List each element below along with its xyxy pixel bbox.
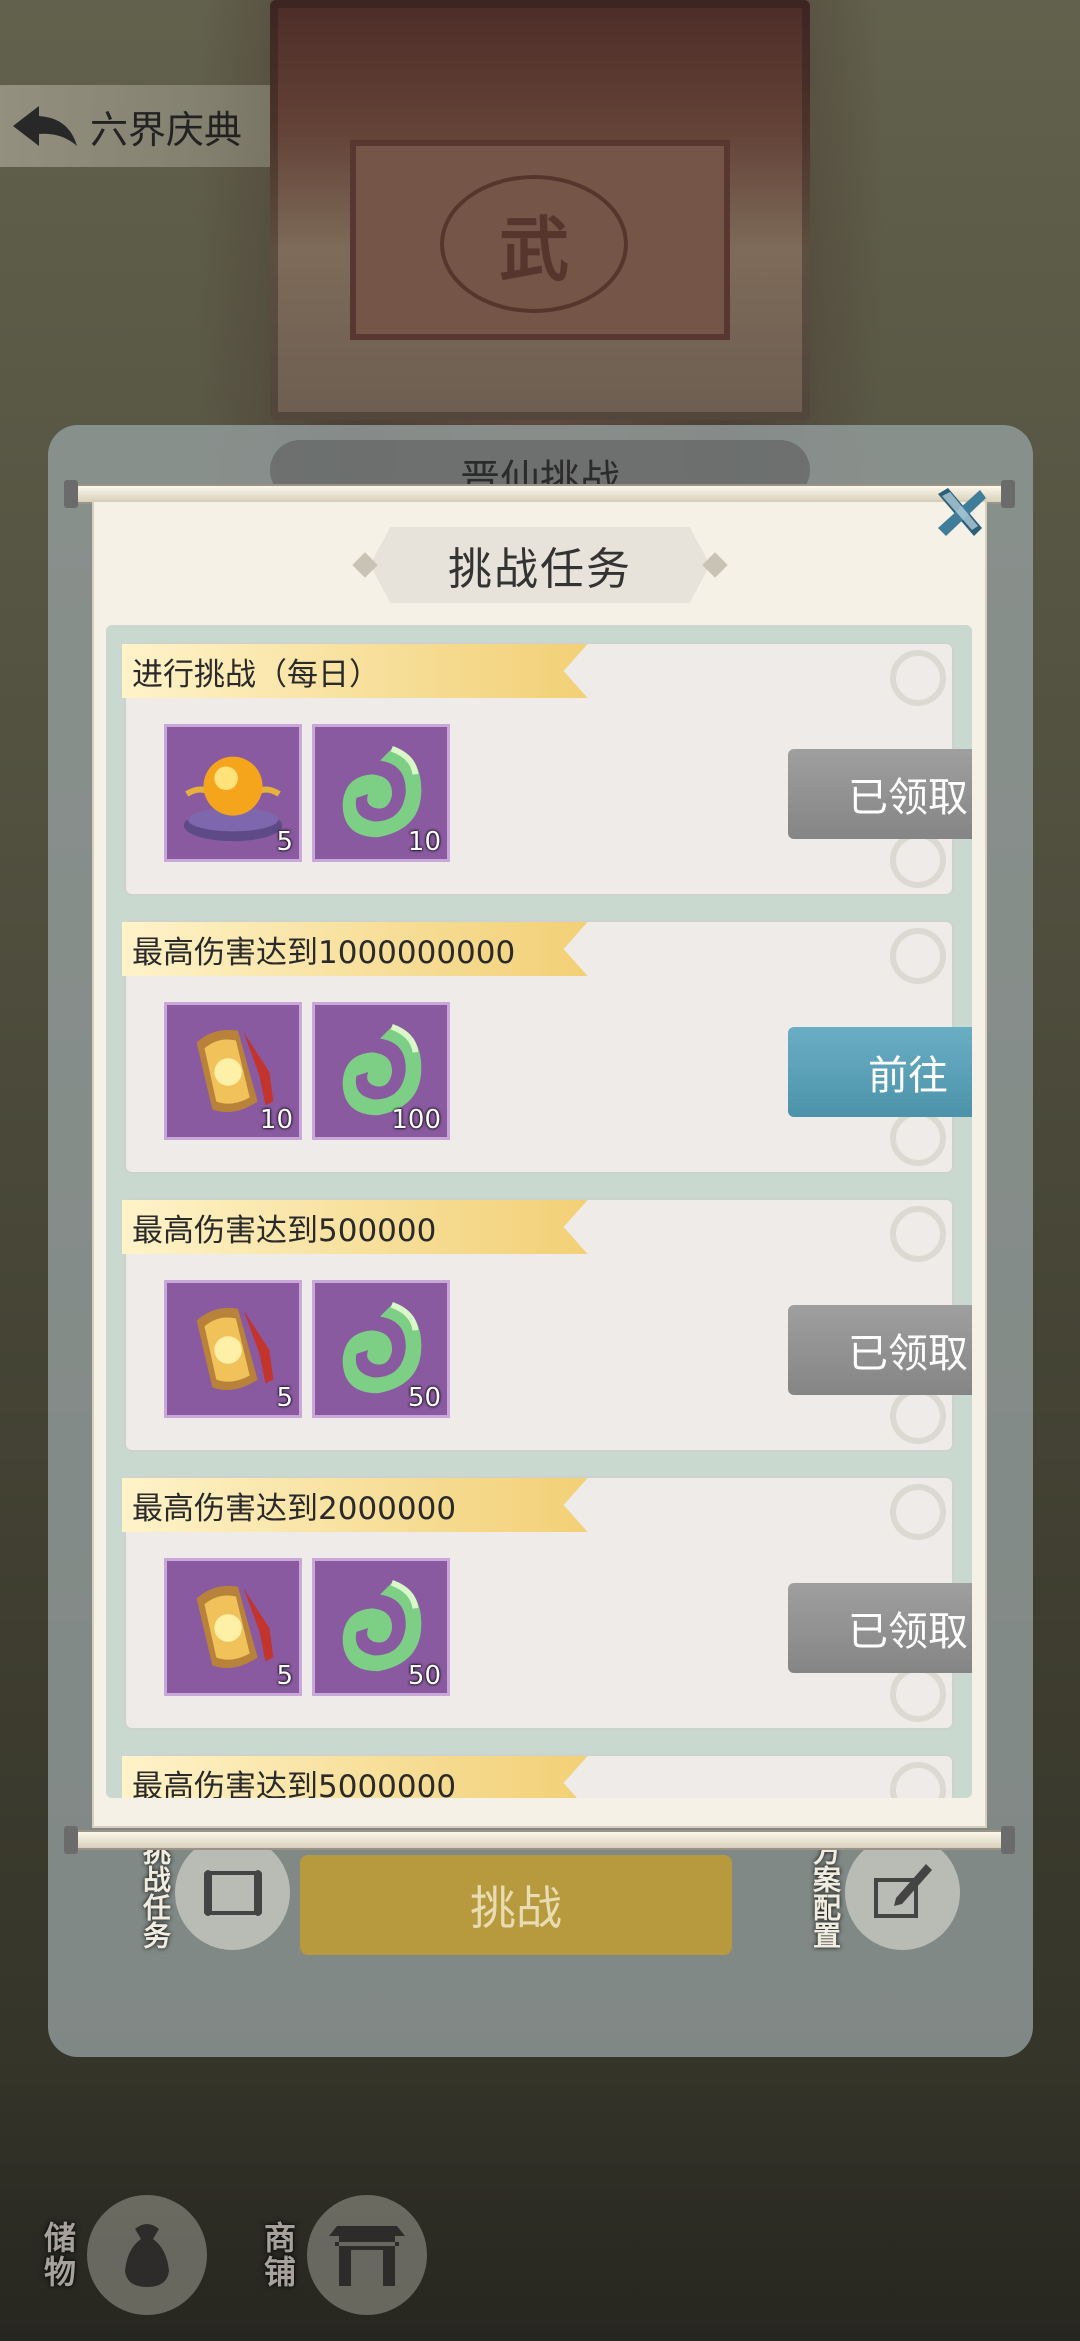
reward-slot[interactable]: 10 xyxy=(164,1002,302,1140)
task-title: 进行挑战（每日） xyxy=(132,656,380,693)
claimed-button[interactable]: 已领取 xyxy=(788,749,972,839)
reward-slot[interactable]: 5 xyxy=(164,1280,302,1418)
reward-slot[interactable]: 50 xyxy=(312,1280,450,1418)
task-card: 最高伤害达到5000000 xyxy=(122,1754,954,1799)
task-card: 最高伤害达到1000000000 10 100 前往 xyxy=(122,920,972,1174)
reward-slot[interactable]: 10 xyxy=(312,724,450,862)
golden-token-icon xyxy=(175,1291,291,1407)
claimed-button[interactable]: 已领取 xyxy=(788,1305,972,1395)
corner-swirl xyxy=(890,1206,946,1262)
task-card: 进行挑战（每日） 5 10 已领取 xyxy=(122,642,972,896)
scroll-bottom-rod xyxy=(64,1826,1015,1854)
brush-paper-icon xyxy=(845,1835,960,1950)
preset-config-tab[interactable]: 方案配置 xyxy=(805,1835,960,1950)
reward-slot[interactable]: 5 xyxy=(164,724,302,862)
task-title-ribbon: 最高伤害达到2000000 xyxy=(122,1478,588,1532)
corner-swirl xyxy=(890,832,946,888)
challenge-button[interactable]: 挑战 xyxy=(300,1855,732,1955)
goto-button[interactable]: 前往 xyxy=(788,1027,972,1117)
corner-swirl xyxy=(890,1110,946,1166)
dialog-header: 挑战任务 xyxy=(352,527,728,603)
reward-qty: 100 xyxy=(391,1105,441,1135)
task-list-tab-label: 挑战任务 xyxy=(139,1836,172,1949)
reward-qty: 10 xyxy=(407,827,441,857)
dialog-title: 挑战任务 xyxy=(448,544,632,595)
task-title-ribbon: 最高伤害达到1000000000 xyxy=(122,922,588,976)
scroll-map-icon xyxy=(175,1835,290,1950)
reward-qty: 50 xyxy=(407,1661,441,1691)
task-title-ribbon: 进行挑战（每日） xyxy=(122,644,588,698)
task-title: 最高伤害达到1000000000 xyxy=(132,934,516,971)
task-card: 最高伤害达到500000 5 50 已领取 xyxy=(122,1198,972,1452)
reward-slot[interactable]: 100 xyxy=(312,1002,450,1140)
reward-qty: 5 xyxy=(276,827,293,857)
corner-swirl xyxy=(890,1388,946,1444)
preset-config-tab-label: 方案配置 xyxy=(809,1836,842,1949)
reward-qty: 50 xyxy=(407,1383,441,1413)
reward-slot[interactable]: 50 xyxy=(312,1558,450,1696)
corner-swirl xyxy=(890,650,946,706)
corner-swirl xyxy=(890,1666,946,1722)
corner-swirl xyxy=(890,1762,946,1798)
claimed-button[interactable]: 已领取 xyxy=(788,1583,972,1673)
task-list[interactable]: 进行挑战（每日） 5 10 已领取 最高伤害达到1000000000 10 10… xyxy=(106,625,972,1798)
corner-swirl xyxy=(890,1484,946,1540)
reward-qty: 10 xyxy=(259,1105,293,1135)
task-card: 最高伤害达到2000000 5 50 已领取 xyxy=(122,1476,972,1730)
task-title-ribbon: 最高伤害达到5000000 xyxy=(122,1756,588,1799)
reward-qty: 5 xyxy=(276,1383,293,1413)
reward-slot[interactable]: 5 xyxy=(164,1558,302,1696)
task-title-ribbon: 最高伤害达到500000 xyxy=(122,1200,588,1254)
task-title: 最高伤害达到500000 xyxy=(132,1212,437,1249)
task-title: 最高伤害达到2000000 xyxy=(132,1490,457,1527)
golden-token-icon xyxy=(175,1569,291,1685)
close-icon[interactable] xyxy=(930,482,990,542)
corner-swirl xyxy=(890,928,946,984)
reward-qty: 5 xyxy=(276,1661,293,1691)
task-list-tab[interactable]: 挑战任务 xyxy=(135,1835,290,1950)
task-title: 最高伤害达到5000000 xyxy=(132,1768,457,1799)
golden-orb-on-cushion-icon xyxy=(175,735,291,851)
